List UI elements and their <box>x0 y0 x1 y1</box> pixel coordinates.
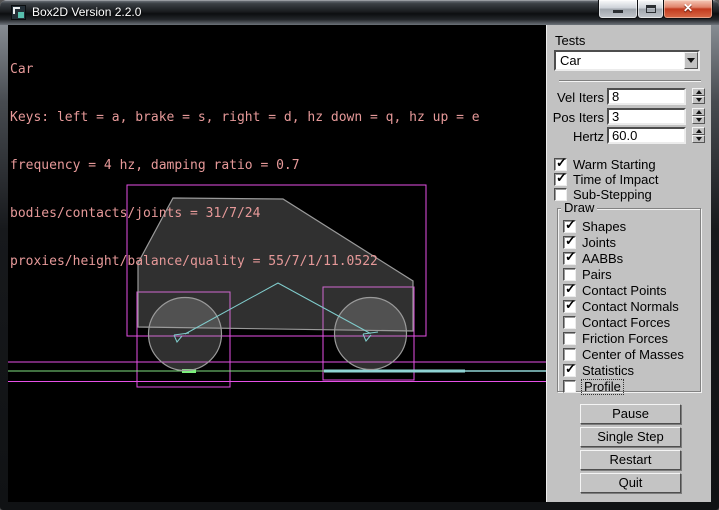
checkbox-box <box>563 268 576 281</box>
checkbox-label: AABBs <box>582 252 623 266</box>
spinner-down-button[interactable] <box>692 96 705 104</box>
checkbox-label: Contact Normals <box>582 300 679 314</box>
app-icon-dot <box>18 12 24 18</box>
arrow-down-icon <box>696 137 702 141</box>
arrow-up-icon <box>696 129 702 133</box>
hud-frequency: frequency = 4 hz, damping ratio = 0.7 <box>10 158 480 174</box>
hud-test-name: Car <box>10 62 480 78</box>
quit-button[interactable]: Quit <box>580 473 681 493</box>
maximize-icon <box>646 5 656 13</box>
single-step-button[interactable]: Single Step <box>580 427 681 447</box>
vel-iters-label: Vel Iters <box>547 90 604 105</box>
checkbox-label: Contact Points <box>582 284 667 298</box>
checkbox-box <box>563 348 576 361</box>
check-icon: ✓ <box>564 233 577 249</box>
check-icon: ✓ <box>564 249 577 265</box>
pos-iters-spinner[interactable] <box>692 108 705 125</box>
arrow-up-icon <box>696 110 702 114</box>
arrow-up-icon <box>696 90 702 94</box>
checkbox-box <box>563 380 576 393</box>
checkbox-label: Time of Impact <box>573 173 658 187</box>
spinner-down-button[interactable] <box>692 135 705 143</box>
close-button[interactable]: ✕ <box>663 0 713 19</box>
checkbox-label: Profile <box>582 380 623 394</box>
check-icon: ✓ <box>555 170 568 186</box>
check-icon: ✓ <box>564 281 577 297</box>
close-icon: ✕ <box>683 1 693 15</box>
separator <box>559 80 701 82</box>
checkbox-label: Warm Starting <box>573 158 656 172</box>
hertz-input[interactable] <box>607 127 686 144</box>
checkbox-label: Shapes <box>582 220 626 234</box>
checkbox-label: Pairs <box>582 268 612 282</box>
vel-iters-spinner[interactable] <box>692 88 705 105</box>
spinner-up-button[interactable] <box>692 108 705 116</box>
app-icon <box>11 5 26 20</box>
hertz-label: Hertz <box>547 129 604 144</box>
checkbox-label: Contact Forces <box>582 316 670 330</box>
restart-button[interactable]: Restart <box>580 450 681 470</box>
draw-group-title: Draw <box>561 201 597 215</box>
pos-iters-input[interactable] <box>607 108 686 125</box>
spinner-down-button[interactable] <box>692 116 705 124</box>
tests-dropdown-button[interactable] <box>684 52 698 69</box>
check-icon: ✓ <box>555 155 568 171</box>
hertz-spinner[interactable] <box>692 127 705 144</box>
tests-dropdown[interactable]: Car <box>554 50 700 71</box>
checkbox-label: Joints <box>582 236 616 250</box>
spinner-up-button[interactable] <box>692 88 705 96</box>
chevron-down-icon <box>687 58 695 63</box>
ground-edge-right-thick <box>324 370 465 373</box>
minimize-button[interactable] <box>598 0 638 19</box>
tests-dropdown-value: Car <box>560 52 581 69</box>
vel-iters-input[interactable] <box>607 88 686 105</box>
hud-keys-help: Keys: left = a, brake = s, right = d, hz… <box>10 110 480 126</box>
control-panel: Tests Car Vel Iters Pos Iters Hertz <box>546 25 711 502</box>
hud-proxy-stats: proxies/height/balance/quality = 55/7/1/… <box>10 254 480 270</box>
hud-body-stats: bodies/contacts/joints = 31/7/24 <box>10 206 480 222</box>
arrow-down-icon <box>696 98 702 102</box>
spinner-up-button[interactable] <box>692 127 705 135</box>
debug-hud-text: Car Keys: left = a, brake = s, right = d… <box>10 30 480 302</box>
check-icon: ✓ <box>564 297 577 313</box>
checkbox-box <box>563 332 576 345</box>
pos-iters-label: Pos Iters <box>547 110 604 125</box>
title-bar[interactable]: Box2D Version 2.2.0 ✕ <box>0 0 719 25</box>
pause-button[interactable]: Pause <box>580 404 681 424</box>
app-window: Box2D Version 2.2.0 ✕ <box>0 0 719 510</box>
checkbox-label: Friction Forces <box>582 332 668 346</box>
window-title: Box2D Version 2.2.0 <box>32 4 141 21</box>
check-icon: ✓ <box>564 217 577 233</box>
maximize-button[interactable] <box>637 0 664 19</box>
check-icon: ✓ <box>564 361 577 377</box>
checkbox-box <box>563 316 576 329</box>
arrow-down-icon <box>696 118 702 122</box>
tests-label: Tests <box>555 33 585 48</box>
minimize-icon <box>613 10 623 13</box>
simulation-canvas[interactable]: Car Keys: left = a, brake = s, right = d… <box>8 25 546 502</box>
checkbox-label: Center of Masses <box>582 348 684 362</box>
checkbox-label: Statistics <box>582 364 634 378</box>
